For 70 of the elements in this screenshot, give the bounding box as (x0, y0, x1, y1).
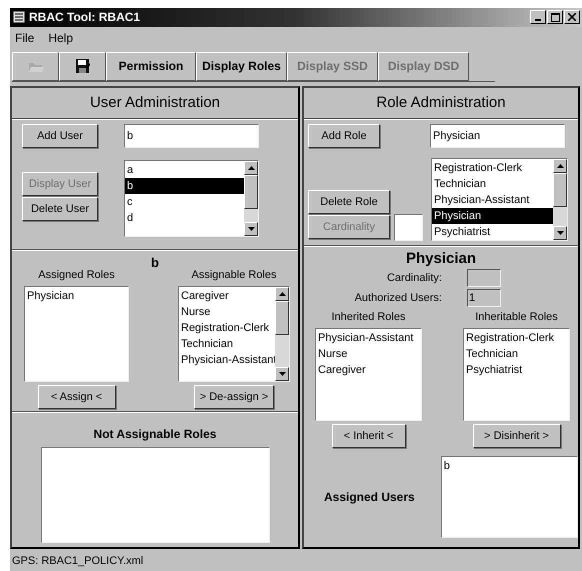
maximize-icon[interactable] (547, 10, 563, 24)
role-name-field[interactable]: Physician (430, 124, 565, 148)
app-icon (12, 10, 26, 24)
deassign-button[interactable]: > De-assign > (194, 384, 274, 409)
list-label: Assigned Roles (38, 268, 115, 283)
scroll-down-icon[interactable] (275, 366, 289, 381)
toolbar-button[interactable]: Display Roles (196, 52, 287, 81)
section-title: Not Assignable Roles (94, 426, 216, 441)
list-item[interactable]: Registration-Clerk (179, 320, 275, 336)
list-item[interactable]: c (125, 194, 244, 210)
user-name-field[interactable]: b (124, 124, 259, 148)
list-item[interactable]: Physician-Assistant (316, 330, 421, 346)
minimize-icon[interactable] (530, 10, 546, 24)
disinherit-button[interactable]: > Disinherit > (472, 424, 560, 448)
list-label: Inherited Roles (332, 310, 406, 325)
cardinality-label: Cardinality: (386, 272, 442, 284)
list-label: Assignable Roles (192, 268, 276, 283)
list-item[interactable]: Psychiatrist (432, 224, 553, 240)
list-item[interactable]: a (125, 162, 244, 178)
authorized-users-field: 1 (467, 288, 501, 307)
user-name-title: b (150, 256, 160, 269)
scrollbar[interactable] (275, 286, 289, 381)
status-text: GPS: RBAC1_POLICY.xml (11, 554, 144, 570)
delete-role-button[interactable]: Delete Role (308, 190, 390, 214)
menu-item[interactable]: Help (48, 30, 74, 45)
cardinality-value-field (467, 268, 501, 287)
list-item[interactable]: Caregiver (316, 362, 421, 378)
role-name-title: Physician (404, 250, 478, 268)
list-item[interactable]: Caregiver (179, 288, 275, 304)
list-item[interactable]: b (442, 458, 577, 474)
toolbar-button[interactable]: Permission (106, 52, 196, 81)
scroll-down-icon[interactable] (244, 222, 258, 236)
list-item[interactable]: b (125, 178, 244, 194)
add-role-button[interactable]: Add Role (308, 124, 380, 148)
list-item[interactable]: Technician (432, 176, 553, 192)
list-item[interactable]: Physician-Assistant (432, 192, 553, 208)
scroll-down-icon[interactable] (553, 226, 567, 240)
list-item[interactable]: Nurse (316, 346, 421, 362)
list-item[interactable]: Technician (179, 336, 275, 352)
list-item[interactable]: Physician-Assistant (179, 352, 275, 368)
scrollbar[interactable] (553, 158, 567, 240)
scroll-thumb[interactable] (275, 300, 289, 335)
scroll-up-icon[interactable] (275, 286, 289, 301)
list-label: Inheritable Roles (475, 310, 558, 325)
list-item[interactable]: Registration-Clerk (432, 160, 553, 176)
inherit-button[interactable]: < Inherit < (332, 424, 406, 448)
list-item[interactable]: Registration-Clerk (464, 330, 569, 346)
scrollbar[interactable] (244, 160, 258, 236)
close-icon[interactable] (564, 10, 580, 24)
cardinality-field[interactable] (394, 214, 423, 241)
panel-title: Role Administration (304, 88, 578, 119)
list-item[interactable]: Nurse (179, 304, 275, 320)
list-item[interactable]: Psychiatrist (464, 362, 569, 378)
add-user-button[interactable]: Add User (22, 124, 98, 148)
delete-user-button[interactable]: Delete User (22, 196, 98, 221)
scroll-thumb[interactable] (553, 172, 567, 207)
list-item[interactable]: d (125, 210, 244, 226)
window-title: RBAC Tool: RBAC1 (29, 10, 140, 24)
list-item[interactable]: Physician (432, 208, 553, 224)
save-button[interactable] (59, 52, 106, 81)
menu-item[interactable]: File (15, 30, 34, 45)
scroll-up-icon[interactable] (244, 160, 258, 175)
assign-button[interactable]: < Assign < (38, 384, 116, 409)
scroll-up-icon[interactable] (553, 158, 567, 173)
assigned-users-label: Assigned Users (324, 490, 415, 504)
list-item[interactable]: Technician (464, 346, 569, 362)
list-item[interactable]: Physician (25, 288, 128, 304)
scroll-thumb[interactable] (244, 174, 258, 209)
panel-title: User Administration (12, 88, 298, 119)
authorized-users-label: Authorized Users: (354, 292, 442, 304)
